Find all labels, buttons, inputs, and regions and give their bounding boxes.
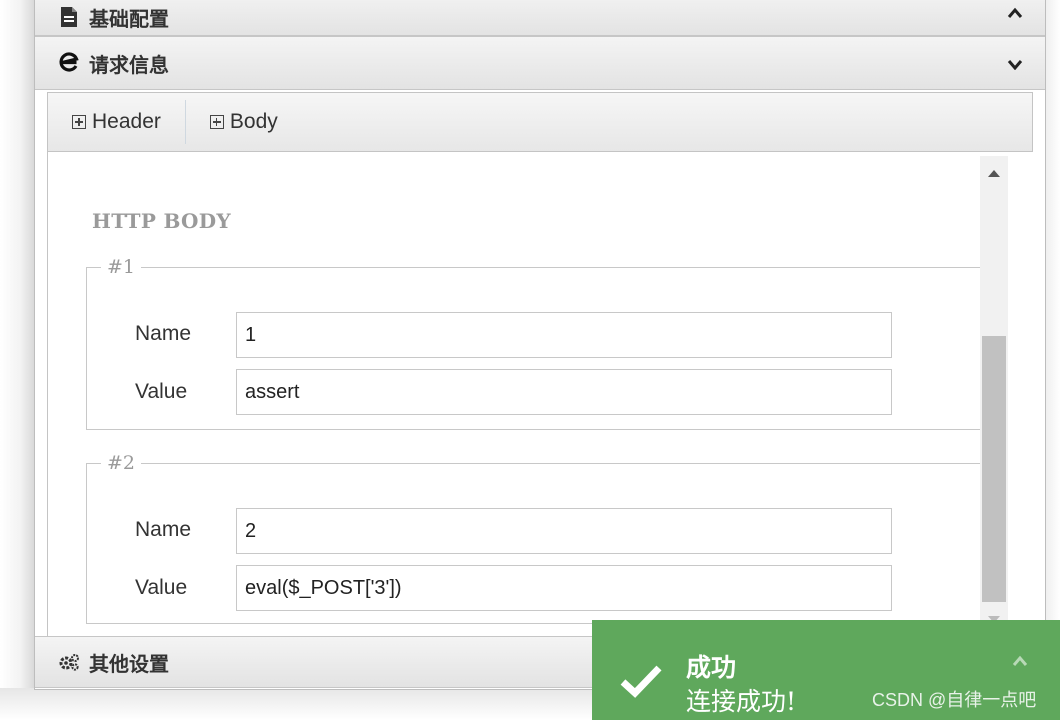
chevron-up-icon[interactable]: [1012, 654, 1028, 672]
scroll-up-arrow-icon[interactable]: [988, 170, 1000, 177]
param-2-name-input[interactable]: 2: [236, 508, 892, 554]
config-panel: 基础配置 请求信息 Header Body HTTP BODY #1 Name …: [34, 0, 1046, 690]
gears-icon: [57, 650, 81, 674]
section-basic-config-header[interactable]: 基础配置: [35, 0, 1045, 36]
ie-browser-icon: [57, 51, 81, 75]
tab-body[interactable]: Body: [186, 101, 302, 143]
section-other-settings-title: 其他设置: [89, 651, 169, 676]
content-scrollbar[interactable]: [980, 156, 1008, 636]
document-icon: [57, 5, 81, 29]
request-tabs-bar: Header Body: [47, 92, 1033, 152]
http-body-title: HTTP BODY: [92, 209, 231, 233]
param-2-value-input[interactable]: eval($_POST['3']): [236, 565, 892, 611]
tab-header-label: Header: [92, 110, 161, 133]
group-legend: #1: [107, 256, 136, 278]
group-legend: #2: [107, 452, 136, 474]
plus-square-icon: [72, 115, 86, 129]
checkmark-icon: [620, 664, 662, 703]
tab-header[interactable]: Header: [48, 101, 185, 143]
param-1-value-input[interactable]: assert: [236, 369, 892, 415]
scrollbar-thumb[interactable]: [982, 336, 1006, 602]
value-label: Value: [135, 380, 188, 403]
toast-title: 成功: [686, 653, 737, 682]
window-shadow-right: [1046, 0, 1060, 720]
name-label: Name: [135, 518, 192, 541]
chevron-down-icon[interactable]: [1007, 51, 1023, 75]
value-label: Value: [135, 576, 188, 599]
chevron-up-icon[interactable]: [1007, 0, 1023, 24]
body-param-group-1: #1 Name 1 Value assert: [86, 256, 986, 430]
window-shadow-left: [0, 0, 34, 720]
tab-body-label: Body: [229, 110, 278, 133]
watermark: CSDN @自律一点吧: [872, 690, 1037, 710]
plus-square-icon: [209, 115, 224, 129]
section-request-info-title: 请求信息: [89, 52, 169, 77]
name-label: Name: [135, 322, 192, 345]
section-basic-config-title: 基础配置: [89, 6, 169, 31]
body-tab-content: HTTP BODY #1 Name 1 Value assert #2 Name…: [47, 152, 1033, 636]
section-request-info-header[interactable]: 请求信息: [35, 36, 1045, 90]
toast-message: 连接成功!: [686, 687, 797, 716]
body-param-group-2: #2 Name 2 Value eval($_POST['3']): [86, 452, 986, 624]
param-1-name-input[interactable]: 1: [236, 312, 892, 358]
